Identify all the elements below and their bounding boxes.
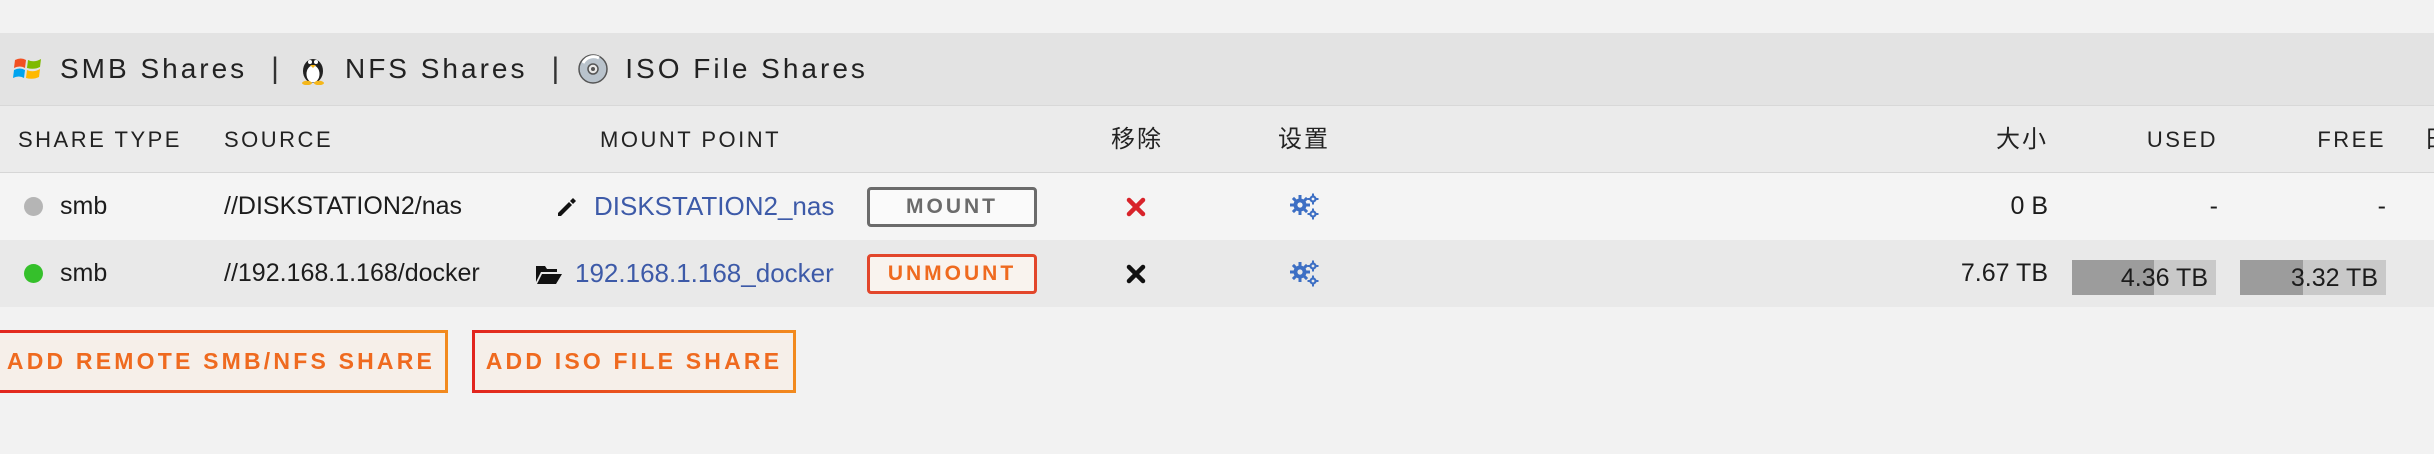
size-cell: 0 B <box>2010 192 2048 220</box>
share-type-cell: smb <box>60 192 108 220</box>
mount-point-link[interactable]: DISKSTATION2_nas <box>594 173 834 240</box>
column-header-share-type[interactable]: SHARE TYPE <box>18 106 182 172</box>
gears-icon[interactable] <box>1285 173 1325 240</box>
tab-iso-file-shares[interactable]: ISO File Shares <box>577 33 868 105</box>
remove-icon[interactable] <box>1116 173 1156 240</box>
share-type-cell: smb <box>60 259 108 287</box>
free-cell: - <box>2377 192 2386 220</box>
tab-iso-label: ISO File Shares <box>625 53 868 84</box>
source-cell: //DISKSTATION2/nas <box>224 192 463 220</box>
column-header-remove[interactable]: 移除 <box>1111 106 1163 172</box>
tab-separator: | <box>551 52 560 85</box>
remove-icon[interactable] <box>1116 240 1156 307</box>
add-iso-share-button[interactable]: ADD ISO FILE SHARE <box>472 330 796 393</box>
tab-separator: | <box>271 52 279 85</box>
linux-tux-icon <box>297 53 329 85</box>
gears-icon[interactable] <box>1285 240 1325 307</box>
used-cell: - <box>2209 192 2218 220</box>
size-cell: 7.67 TB <box>1960 259 2048 287</box>
tab-nfs-shares[interactable]: NFS Shares <box>297 33 528 105</box>
used-cell: 4.36 TB <box>2120 264 2208 292</box>
table-row: smb //DISKSTATION2/nas DISKSTATION2_nas … <box>0 173 2434 240</box>
table-header: SHARE TYPE SOURCE MOUNT POINT 移除 设置 大小 U… <box>0 106 2434 173</box>
column-header-source[interactable]: SOURCE <box>224 106 333 172</box>
share-type-tabbar: SMB Shares | NFS Shares | ISO File Share… <box>0 33 2434 106</box>
column-header-used[interactable]: USED <box>2070 106 2218 172</box>
add-remote-share-button[interactable]: ADD REMOTE SMB/NFS SHARE <box>0 330 448 393</box>
free-usage-bar: 3.32 TB <box>2240 260 2386 295</box>
tab-nfs-label: NFS Shares <box>344 53 528 84</box>
free-cell: 3.32 TB <box>2290 264 2378 292</box>
mount-point-link[interactable]: 192.168.1.168_docker <box>575 240 834 307</box>
unassigned-devices-remote-shares: SMB Shares | NFS Shares | ISO File Share… <box>0 0 2434 454</box>
unmount-button[interactable]: UNMOUNT <box>867 254 1037 294</box>
column-header-mount-point[interactable]: MOUNT POINT <box>600 106 781 172</box>
windows-logo-icon <box>12 53 44 85</box>
tab-smb-label: SMB Shares <box>60 53 248 84</box>
used-usage-bar: 4.36 TB <box>2072 260 2216 295</box>
status-dot <box>24 240 43 307</box>
column-header-truncated: 日 <box>2424 106 2434 172</box>
table-row: smb //192.168.1.168/docker 192.168.1.168… <box>0 240 2434 307</box>
status-dot <box>24 173 43 240</box>
source-cell: //192.168.1.168/docker <box>224 259 480 287</box>
column-header-free[interactable]: FREE <box>2240 106 2386 172</box>
column-header-size[interactable]: 大小 <box>1900 106 2048 172</box>
disc-icon <box>577 53 609 85</box>
folder-open-icon[interactable] <box>535 240 563 307</box>
tab-smb-shares[interactable]: SMB Shares <box>12 33 247 105</box>
column-header-settings[interactable]: 设置 <box>1278 106 1330 172</box>
pencil-icon[interactable] <box>555 173 577 240</box>
mount-button[interactable]: MOUNT <box>867 187 1037 227</box>
